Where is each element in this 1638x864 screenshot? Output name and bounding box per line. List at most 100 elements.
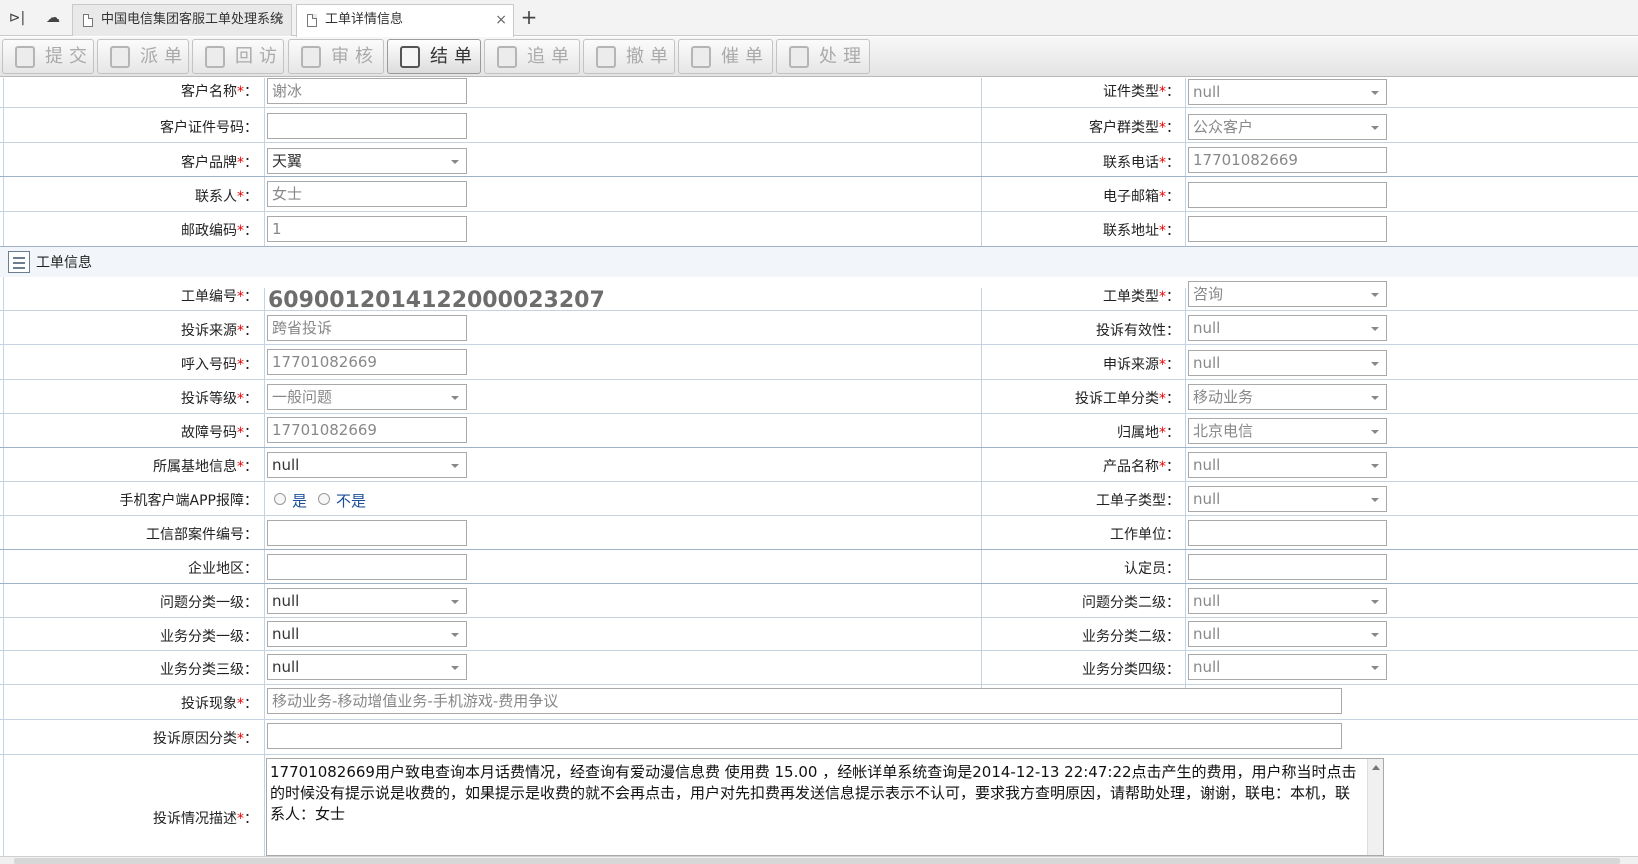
phone-label: 联系电话*： [1103, 155, 1180, 171]
scrollbar-thumb[interactable] [14, 858, 1620, 864]
region-select[interactable]: 北京电信 [1188, 418, 1387, 444]
grid-line [0, 515, 1638, 516]
follow-up-label: 追单 [527, 46, 575, 67]
appeal-source-select[interactable]: null [1188, 350, 1387, 376]
description-label: 投诉情况描述*： [153, 811, 258, 827]
grid-line [0, 719, 1638, 720]
business-l1-select[interactable]: null [267, 621, 467, 647]
base-info-select[interactable]: null [267, 452, 467, 478]
grid-line [0, 344, 1638, 345]
complaint-level-select[interactable]: 一般问题 [267, 384, 467, 410]
dispatch-button[interactable]: 派单 [97, 39, 189, 74]
product-name-label: 产品名称*： [1103, 459, 1180, 475]
appeal-source-label: 申诉来源*： [1103, 357, 1180, 373]
phone-field[interactable]: 17701082669 [1188, 147, 1387, 173]
address-field[interactable] [1188, 216, 1387, 242]
process-icon [789, 46, 809, 68]
order-subtype-select[interactable]: null [1188, 486, 1387, 512]
cloud-icon[interactable]: ☁ [40, 5, 66, 31]
business-l1-label: 业务分类一级： [160, 629, 258, 645]
email-field[interactable] [1188, 182, 1387, 208]
withdraw-label: 撤单 [626, 46, 674, 67]
grid-line [0, 447, 1638, 448]
tab-system-label: 中国电信集团客服工单处理系统 [101, 12, 284, 27]
callin-number-field[interactable]: 17701082669 [267, 349, 467, 375]
submit-label: 提交 [45, 46, 93, 67]
app-yes-label[interactable]: 是 [292, 490, 307, 511]
section-title: 工单信息 [36, 255, 92, 271]
grid-line [0, 684, 1638, 685]
complaint-validity-label: 投诉有效性： [1096, 323, 1180, 339]
withdraw-icon [596, 46, 616, 68]
tab-system[interactable]: 中国电信集团客服工单处理系统 × [72, 4, 292, 36]
customer-group-select[interactable]: 公众客户 [1188, 114, 1387, 140]
grid-line [0, 549, 1638, 550]
close-order-button[interactable]: 结单 [387, 39, 481, 74]
app-no-label[interactable]: 不是 [336, 490, 366, 511]
order-no-label: 工单编号*： [181, 289, 258, 305]
tab-order-detail[interactable]: 工单详情信息 × [296, 4, 514, 37]
business-l3-select[interactable]: null [267, 654, 467, 680]
description-textarea[interactable]: 17701082669用户致电查询本月话费情况，经查询有爱动漫信息费 使用费 1… [266, 758, 1384, 856]
id-number-field[interactable] [267, 113, 467, 139]
product-name-select[interactable]: null [1188, 452, 1387, 478]
question-l2-select[interactable]: null [1188, 588, 1387, 614]
section-header-order-info: 工单信息 [0, 247, 1638, 277]
enterprise-area-field[interactable] [267, 554, 467, 580]
close-order-icon [400, 46, 420, 68]
work-unit-field[interactable] [1188, 520, 1387, 546]
reason-category-field[interactable] [267, 723, 1342, 749]
contact-label: 联系人*： [195, 189, 258, 205]
description-text: 17701082669用户致电查询本月话费情况，经查询有爱动漫信息费 使用费 1… [270, 763, 1357, 823]
phenomenon-field[interactable]: 移动业务-移动增值业务-手机游戏-费用争议 [267, 688, 1342, 714]
fault-number-label: 故障号码*： [181, 425, 258, 441]
complaint-source-field[interactable]: 跨省投诉 [267, 315, 467, 341]
id-type-select[interactable]: null [1188, 79, 1387, 105]
business-l4-select[interactable]: null [1188, 654, 1387, 680]
email-label: 电子邮箱*： [1103, 189, 1180, 205]
customer-group-label: 客户群类型*： [1089, 120, 1180, 136]
work-unit-label: 工作单位： [1110, 527, 1180, 543]
business-l2-select[interactable]: null [1188, 621, 1387, 647]
customer-name-field[interactable]: 谢冰 [267, 78, 467, 104]
revisit-button[interactable]: 回访 [192, 39, 284, 74]
brand-select[interactable]: 天翼 [267, 148, 467, 174]
order-type-select[interactable]: 咨询 [1188, 281, 1387, 307]
contact-field[interactable]: 女士 [267, 181, 467, 207]
judge-field[interactable] [1188, 554, 1387, 580]
app-yes-radio[interactable] [274, 493, 286, 505]
question-l1-select[interactable]: null [267, 588, 467, 614]
brand-label: 客户品牌*： [181, 155, 258, 171]
process-label: 处理 [819, 46, 867, 67]
order-detail-form: 客户名称*： 谢冰 证件类型*： null 客户证件号码： 客户群类型*： 公众… [0, 78, 1638, 856]
postcode-field[interactable]: 1 [267, 216, 467, 242]
complaint-validity-select[interactable]: null [1188, 315, 1387, 341]
app-no-radio[interactable] [318, 493, 330, 505]
business-l2-label: 业务分类二级： [1082, 629, 1180, 645]
follow-up-button[interactable]: 追单 [484, 39, 580, 74]
dispatch-label: 派单 [140, 46, 188, 67]
grid-line [3, 78, 4, 856]
horizontal-scrollbar[interactable] [0, 856, 1638, 864]
withdraw-button[interactable]: 撤单 [583, 39, 675, 74]
textarea-scrollbar[interactable] [1367, 759, 1383, 855]
grid-line [264, 288, 265, 856]
fault-number-field[interactable]: 17701082669 [267, 417, 467, 443]
document-icon [83, 14, 93, 27]
dispatch-icon [110, 46, 130, 68]
new-tab-button[interactable]: + [516, 5, 542, 31]
follow-up-icon [497, 46, 517, 68]
close-icon[interactable]: × [273, 5, 285, 35]
complaint-category-select[interactable]: 移动业务 [1188, 384, 1387, 410]
submit-button[interactable]: 提交 [2, 39, 94, 74]
grid-line [981, 78, 982, 254]
sidebar-toggle-icon[interactable]: ⊳| [4, 5, 30, 31]
grid-line [0, 211, 1638, 212]
urge-button[interactable]: 催单 [678, 39, 773, 74]
process-button[interactable]: 处理 [776, 39, 870, 74]
miit-case-field[interactable] [267, 520, 467, 546]
close-icon[interactable]: × [495, 5, 507, 35]
order-subtype-label: 工单子类型： [1096, 493, 1180, 509]
review-button[interactable]: 审核 [288, 39, 384, 74]
phenomenon-label: 投诉现象*： [181, 696, 258, 712]
